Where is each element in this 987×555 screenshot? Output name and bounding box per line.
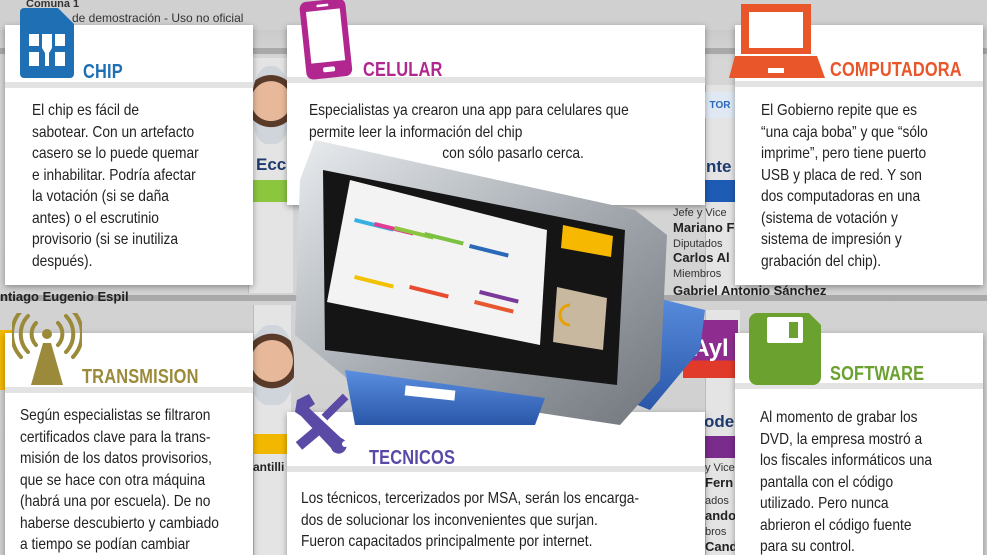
card-body-computadora: El Gobierno repite que es “una caja boba… — [761, 102, 928, 270]
smartphone-icon — [299, 0, 353, 80]
antenna-icon — [12, 313, 82, 385]
laptop-icon — [729, 4, 825, 78]
candidate-photo — [250, 325, 294, 405]
ballot-party-name: nte — [706, 157, 732, 176]
ballot-header-demo-notice: de demostración - Uso no oficial — [72, 11, 244, 25]
card-title-transmision: TRANSMISION — [82, 366, 199, 388]
card-title-celular: CELULAR — [363, 59, 443, 81]
ballot-role-label: bros — [705, 526, 727, 538]
ballot-logo: TOR — [705, 92, 735, 118]
card-title-tecnicos: TECNICOS — [369, 447, 456, 469]
ballot-party-name: ode — [704, 412, 735, 431]
ballot-party-name: Ecc — [256, 155, 287, 174]
card-body-chip: El chip es fácil de sabotear. Con un art… — [32, 102, 199, 270]
tools-icon — [295, 393, 349, 454]
card-title-software: SOFTWARE — [830, 363, 925, 385]
sim-chip-icon — [20, 8, 74, 78]
card-title-computadora: COMPUTADORA — [830, 59, 962, 81]
card-body-transmision: Según especialistas se filtraron certifi… — [20, 407, 219, 553]
card-body-software: Al momento de grabar los DVD, la empresa… — [760, 409, 933, 555]
floppy-disk-icon — [749, 313, 821, 385]
card-body-tecnicos: Los técnicos, tercerizados por MSA, será… — [301, 490, 640, 550]
candidate-name: Fern — [705, 475, 734, 490]
candidate-name: antilli — [253, 460, 285, 474]
card-title-chip: CHIP — [83, 61, 123, 83]
ballot-role-label: ados — [705, 495, 729, 507]
candidate-name: Cand — [705, 539, 738, 554]
voting-machine-image — [295, 140, 705, 425]
candidate-name: ntiago Eugenio Espil — [0, 289, 129, 304]
card-body-line: Especialistas ya crearon una app para ce… — [309, 102, 629, 119]
ballot-role-label: y Vice — [705, 462, 735, 474]
candidate-photo — [252, 66, 290, 144]
candidate-name: ando — [705, 508, 737, 523]
